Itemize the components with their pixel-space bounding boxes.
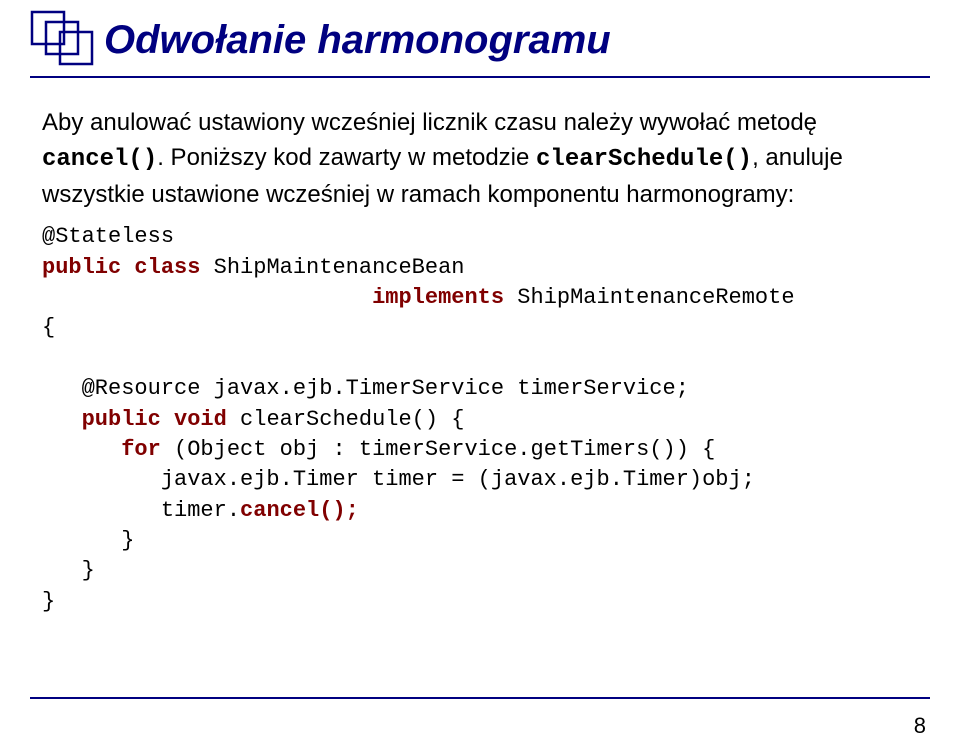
body-area: Aby anulować ustawiony wcześniej licznik… bbox=[0, 78, 960, 617]
code-seg: ShipMaintenanceBean bbox=[200, 255, 464, 280]
code-seg: clearSchedule() { bbox=[227, 407, 465, 432]
intro-paragraph: Aby anulować ustawiony wcześniej licznik… bbox=[42, 106, 918, 212]
kw-implements: implements bbox=[372, 285, 504, 310]
slide: Odwołanie harmonogramu Aby anulować usta… bbox=[0, 0, 960, 755]
code-seg bbox=[121, 255, 134, 280]
kw-cancel: cancel(); bbox=[240, 498, 359, 523]
code-line-12: } bbox=[42, 558, 95, 583]
code-seg: (Object obj : timerService.getTimers()) … bbox=[161, 437, 716, 462]
code-seg bbox=[161, 407, 174, 432]
code-block: @Stateless public class ShipMaintenanceB… bbox=[42, 222, 918, 617]
para-text-1: Aby anulować ustawiony wcześniej licznik… bbox=[42, 109, 817, 136]
code-line-9: javax.ejb.Timer timer = (javax.ejb.Timer… bbox=[42, 467, 755, 492]
inline-code-cancel: cancel() bbox=[42, 146, 157, 173]
code-line-4: { bbox=[42, 315, 55, 340]
para-text-2: . Poniższy kod zawarty w metodzie bbox=[157, 144, 536, 171]
kw-public-1: public bbox=[42, 255, 121, 280]
footer-rule bbox=[30, 697, 930, 699]
code-seg: ShipMaintenanceRemote bbox=[504, 285, 794, 310]
code-seg bbox=[42, 285, 372, 310]
header-row: Odwołanie harmonogramu bbox=[0, 0, 960, 70]
inline-code-clearschedule: clearSchedule() bbox=[536, 146, 752, 173]
code-line-11: } bbox=[42, 528, 134, 553]
kw-for: for bbox=[121, 437, 161, 462]
kw-class: class bbox=[134, 255, 200, 280]
kw-public-2: public bbox=[82, 407, 161, 432]
squares-logo-icon bbox=[30, 10, 94, 70]
code-line-1: @Stateless bbox=[42, 224, 174, 249]
code-line-6: @Resource javax.ejb.TimerService timerSe… bbox=[42, 376, 689, 401]
slide-title: Odwołanie harmonogramu bbox=[104, 18, 611, 63]
code-seg bbox=[42, 407, 82, 432]
code-line-13: } bbox=[42, 589, 55, 614]
page-number: 8 bbox=[914, 713, 926, 739]
code-seg bbox=[42, 437, 121, 462]
code-seg: timer. bbox=[42, 498, 240, 523]
kw-void: void bbox=[174, 407, 227, 432]
